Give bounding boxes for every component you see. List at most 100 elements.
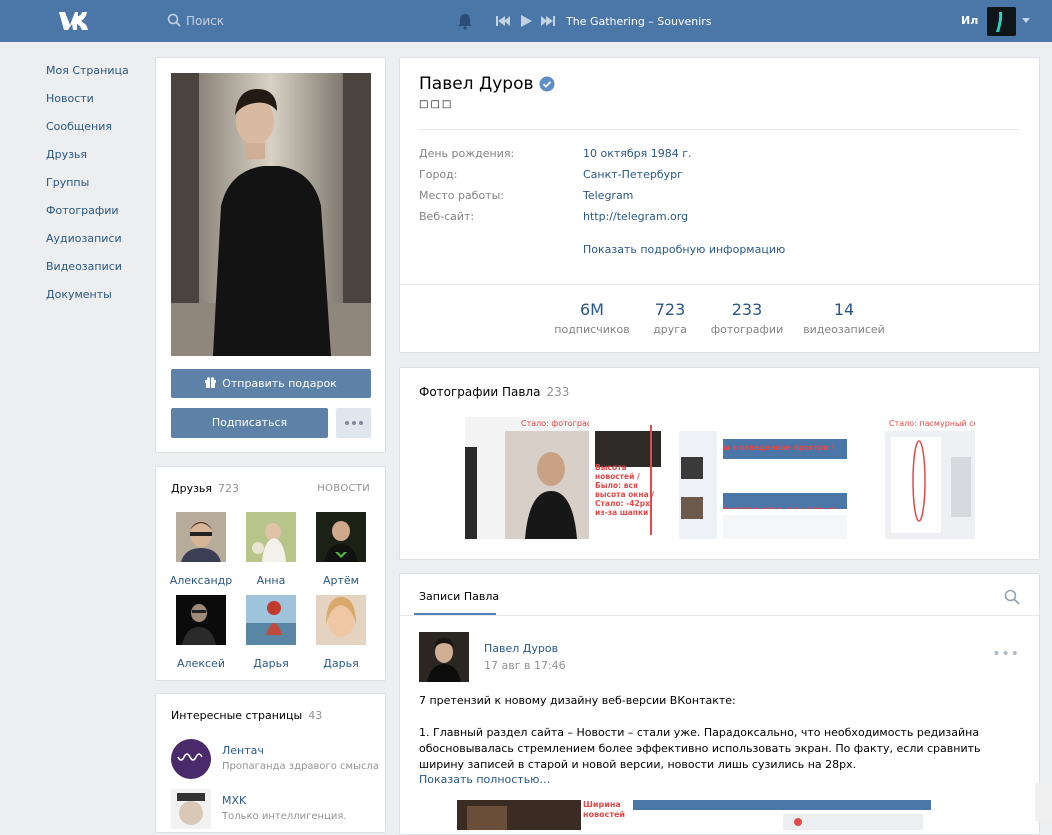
friend-avatar [176, 512, 226, 562]
friend-name: Дарья [323, 657, 359, 670]
counter-photos[interactable]: 233 фотографии [702, 300, 792, 336]
nav-item-documents[interactable]: Документы [46, 286, 129, 314]
friends-card: Друзья 723 НОВОСТИ Александр Анна Артём А… [155, 466, 386, 681]
nav-item-messages[interactable]: Сообщения [46, 118, 129, 146]
post-image[interactable] [633, 800, 931, 830]
friend-item[interactable]: Артём [306, 512, 376, 587]
friends-title[interactable]: Друзья 723 [171, 482, 239, 495]
profile-photo[interactable] [171, 73, 371, 356]
scrollbar[interactable] [1035, 783, 1052, 821]
nav-item-videos[interactable]: Видеозаписи [46, 258, 129, 286]
nav-item-photos[interactable]: Фотографии [46, 202, 129, 230]
counter-number: 233 [731, 300, 763, 319]
nav-item-news[interactable]: Новости [46, 90, 129, 118]
search-input[interactable]: Поиск [160, 8, 360, 34]
user-name-short[interactable]: Ил [961, 14, 978, 27]
thumb-caption: Стало: фотографи [521, 419, 589, 428]
counter-followers[interactable]: 6M подписчиков [547, 300, 637, 336]
verified-badge-icon [539, 76, 555, 92]
previous-track-icon[interactable] [495, 13, 511, 29]
post-image[interactable] [457, 800, 581, 830]
page-name: MXK [222, 794, 247, 807]
show-full-post-link[interactable]: Показать полностью… [419, 773, 550, 786]
interesting-pages-count: 43 [308, 709, 323, 722]
search-placeholder: Поиск [186, 14, 225, 28]
profile-status: □□□ [419, 99, 454, 110]
profile-info-card: Павел Дуров □□□ День рождения: 10 октябр… [399, 57, 1040, 353]
post-date[interactable]: 17 авг в 17:46 [484, 659, 566, 672]
friend-item[interactable]: Дарья [306, 595, 376, 670]
thumb-caption: Стало: пасмурный серый [889, 419, 975, 428]
next-track-icon[interactable] [540, 13, 556, 29]
counter-videos[interactable]: 14 видеозаписей [799, 300, 889, 336]
info-label: Веб-сайт: [419, 210, 475, 223]
photo-thumb[interactable]: Высота новостей / Было: вся высота окна … [593, 417, 719, 539]
nav-item-friends[interactable]: Друзья [46, 146, 129, 174]
info-value[interactable]: 10 октября 1984 г. [583, 147, 692, 160]
friend-avatar [246, 595, 296, 645]
friend-item[interactable]: Дарья [236, 595, 306, 670]
now-playing-track[interactable]: The Gathering – Souvenirs [566, 15, 712, 28]
send-gift-button[interactable]: Отправить подарок [171, 369, 371, 398]
vk-logo-icon[interactable] [57, 9, 93, 33]
friends-news-link[interactable]: НОВОСТИ [317, 483, 370, 494]
friends-count: 723 [218, 482, 240, 495]
post-image-caption: Ширина новостей [583, 800, 625, 819]
counter-number: 6M [580, 300, 604, 319]
post-author-name[interactable]: Павел Дуров [484, 642, 558, 655]
post-text-line: 7 претензий к новому дизайну веб-версии … [419, 694, 736, 707]
counter-number: 14 [833, 300, 855, 319]
search-icon[interactable] [1004, 589, 1020, 605]
friend-name: Артём [323, 574, 359, 587]
nav-item-audio[interactable]: Аудиозаписи [46, 230, 129, 258]
notifications-bell-icon[interactable] [456, 12, 474, 30]
post-author-avatar[interactable] [419, 632, 469, 682]
friend-name: Дарья [253, 657, 289, 670]
friend-item[interactable]: Алексей [166, 595, 236, 670]
chevron-down-icon[interactable] [1022, 18, 1030, 23]
friend-name: Александр [169, 574, 233, 587]
wall-card: Записи Павла Павел Дуров 17 авг в 17:46 … [399, 573, 1040, 835]
info-value[interactable]: Telegram [583, 189, 633, 202]
friends-title-text: Друзья [171, 482, 213, 495]
wall-divider [400, 615, 1039, 616]
post-text-paragraph: 1. Главный раздел сайта – Новости – стал… [419, 726, 981, 771]
show-detailed-info-link[interactable]: Показать подробную информацию [583, 243, 785, 256]
more-dots-icon [344, 421, 363, 425]
profile-photo-card: Отправить подарок Подписаться [155, 57, 386, 453]
send-gift-label: Отправить подарок [222, 377, 337, 390]
post-options-button[interactable]: ••• [992, 646, 1020, 662]
photo-thumb[interactable]: Стало: пасмурный серый [851, 417, 975, 539]
photo-thumb[interactable]: ы в отведенное простра / пространстве, н… [723, 417, 847, 539]
interesting-pages-card: Интересные страницы 43 Лентач Пропаганда … [155, 693, 386, 833]
nav-item-groups[interactable]: Группы [46, 174, 129, 202]
photo-thumb[interactable]: Стало: фотографи [465, 417, 589, 539]
tab-wall-posts[interactable]: Записи Павла [419, 590, 499, 603]
info-label: Город: [419, 168, 458, 181]
photos-title[interactable]: Фотографии Павла 233 [419, 385, 569, 399]
photos-count: 233 [546, 385, 570, 399]
friend-item[interactable]: Александр [166, 512, 236, 587]
play-icon[interactable] [518, 13, 534, 29]
info-value[interactable]: http://telegram.org [583, 210, 688, 223]
info-label: День рождения: [419, 147, 515, 160]
interesting-pages-title-text: Интересные страницы [171, 709, 303, 722]
friend-item[interactable]: Анна [236, 512, 306, 587]
friend-avatar [176, 595, 226, 645]
page-description: Пропаганда здравого смысла [222, 761, 380, 772]
subscribe-button[interactable]: Подписаться [171, 408, 328, 438]
counter-label: фотографии [710, 323, 784, 336]
profile-name: Павел Дуров [419, 74, 534, 94]
mxk-logo-icon [171, 789, 211, 829]
counter-label: видеозаписей [803, 323, 885, 336]
more-actions-button[interactable] [336, 408, 371, 438]
nav-item-my-page[interactable]: Моя Страница [46, 62, 129, 90]
post-text: 7 претензий к новому дизайну веб-версии … [419, 693, 1019, 773]
info-label: Место работы: [419, 189, 504, 202]
info-value[interactable]: Санкт-Петербург [583, 168, 683, 181]
friend-name: Алексей [177, 657, 225, 670]
photos-card: Фотографии Павла 233 Стало: фотографи Выс… [399, 367, 1040, 560]
interesting-pages-title[interactable]: Интересные страницы 43 [171, 709, 322, 722]
user-avatar[interactable] [987, 7, 1016, 36]
lentach-logo-icon [171, 739, 211, 779]
